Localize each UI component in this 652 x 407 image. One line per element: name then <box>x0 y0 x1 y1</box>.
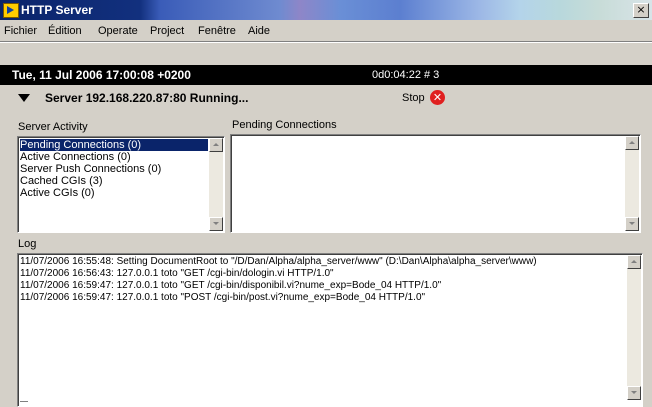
status-datetime: Tue, 11 Jul 2006 17:00:08 +0200 <box>12 68 191 82</box>
stop-label: Stop <box>402 92 425 104</box>
stop-icon[interactable]: ✕ <box>430 90 445 105</box>
log-textarea[interactable]: 11/07/2006 16:55:48: Setting DocumentRoo… <box>17 253 643 407</box>
server-activity-items: Pending Connections (0) Active Connectio… <box>20 139 208 199</box>
list-item[interactable]: Active Connections (0) <box>20 151 208 163</box>
list-item[interactable]: Active CGIs (0) <box>20 187 208 199</box>
close-icon: × <box>636 3 646 16</box>
menu-item-edition[interactable]: Édition <box>48 25 82 37</box>
title-bar[interactable]: HTTP Server × <box>0 0 652 20</box>
collapse-triangle-icon[interactable] <box>18 94 30 102</box>
window-title: HTTP Server <box>21 3 93 17</box>
menu-bar: Fichier Édition Operate Project Fenêtre … <box>0 22 652 40</box>
scrollbar[interactable] <box>209 138 223 231</box>
list-item[interactable]: Pending Connections (0) <box>20 139 208 151</box>
status-counter: 0d0:04:22 # 3 <box>372 69 440 81</box>
list-item[interactable]: Server Push Connections (0) <box>20 163 208 175</box>
log-line: 11/07/2006 16:59:47: 127.0.0.1 toto "GET… <box>20 280 442 291</box>
menu-item-project[interactable]: Project <box>150 25 184 37</box>
server-status-label: Server 192.168.220.87:80 Running... <box>45 91 249 105</box>
log-line: 11/07/2006 16:55:48: Setting DocumentRoo… <box>20 256 537 267</box>
pending-connections-label: Pending Connections <box>232 119 337 131</box>
log-line: 11/07/2006 16:59:47: 127.0.0.1 toto "POS… <box>20 292 426 303</box>
menu-divider-highlight <box>0 42 652 43</box>
scrollbar[interactable] <box>625 136 639 231</box>
menu-item-fichier[interactable]: Fichier <box>4 25 37 37</box>
pending-connections-list[interactable] <box>230 134 641 233</box>
status-bar: Tue, 11 Jul 2006 17:00:08 +0200 0d0:04:2… <box>0 65 652 85</box>
log-label: Log <box>18 238 37 250</box>
log-content: 11/07/2006 16:55:48: Setting DocumentRoo… <box>20 256 626 304</box>
scroll-up-button[interactable] <box>625 136 639 150</box>
log-line: 11/07/2006 16:56:43: 127.0.0.1 toto "GET… <box>20 268 334 279</box>
scroll-down-button[interactable] <box>627 386 641 400</box>
server-row: Server 192.168.220.87:80 Running... Stop… <box>0 88 652 108</box>
server-activity-label: Server Activity <box>18 121 88 133</box>
scroll-up-button[interactable] <box>627 255 641 269</box>
close-button[interactable]: × <box>633 3 649 18</box>
menu-item-operate[interactable]: Operate <box>98 25 138 37</box>
app-icon <box>3 3 19 18</box>
scroll-up-button[interactable] <box>209 138 223 152</box>
scrollbar[interactable] <box>627 255 641 400</box>
horizontal-scrollbar[interactable] <box>20 401 28 406</box>
scroll-down-button[interactable] <box>209 217 223 231</box>
menu-item-aide[interactable]: Aide <box>248 25 270 37</box>
scroll-down-button[interactable] <box>625 217 639 231</box>
server-activity-list[interactable]: Pending Connections (0) Active Connectio… <box>17 136 225 233</box>
list-item[interactable]: Cached CGIs (3) <box>20 175 208 187</box>
menu-item-fenetre[interactable]: Fenêtre <box>198 25 236 37</box>
